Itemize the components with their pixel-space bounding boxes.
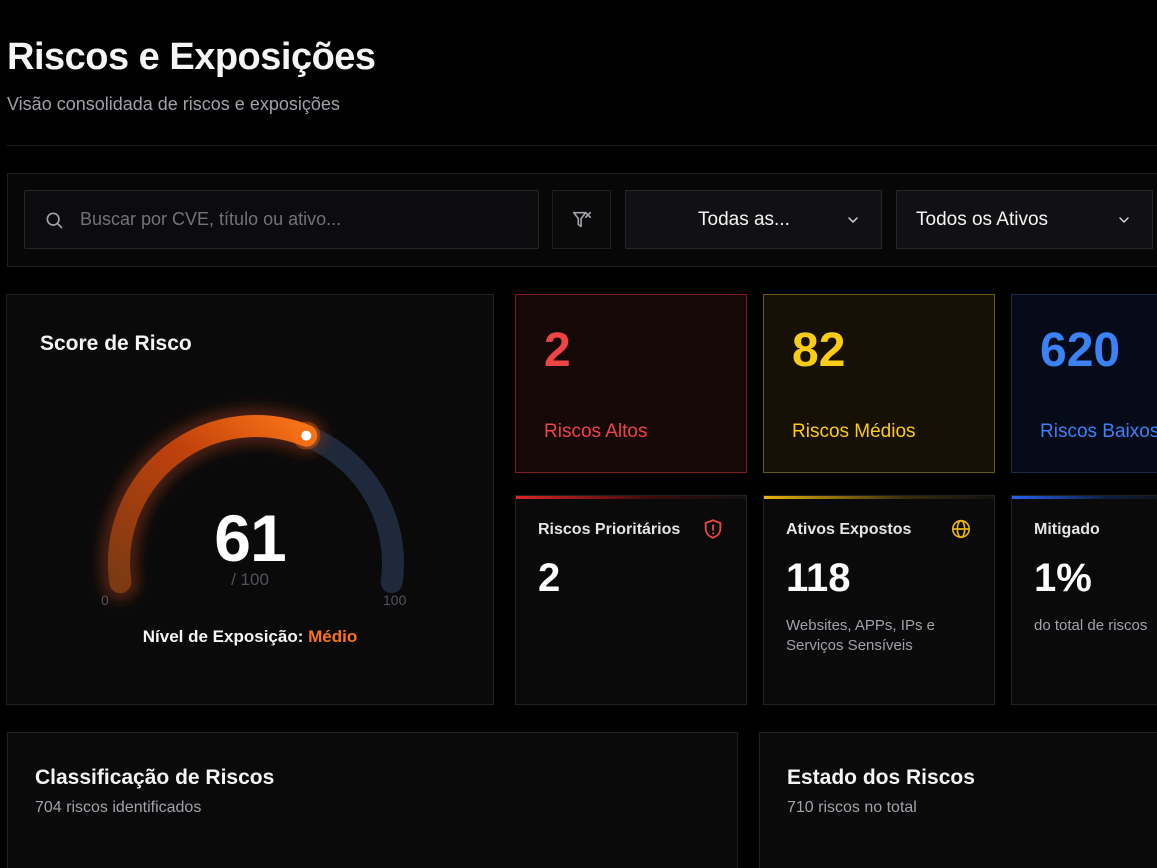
globe-icon [951,519,971,539]
medium-risks-label: Riscos Médios [792,421,916,442]
exposure-label: Nível de Exposição: [142,627,304,646]
filter-x-icon [572,211,591,227]
risk-score-card: Score de Risco 61 / 100 0 100 Nível de E… [6,294,494,705]
exposed-assets-card: Ativos Expostos 118 Websites, APPs, IPs … [763,495,995,705]
exposure-level: Nível de Exposição: Médio [7,627,493,647]
card-accent-line [764,496,994,499]
risk-state-subtitle: 710 riscos no total [787,799,917,816]
priority-risks-value: 2 [538,556,561,600]
exposure-level-value: Médio [308,627,358,646]
card-accent-line [1012,496,1157,499]
risk-state-card: Estado dos Riscos 710 riscos no total [759,732,1157,868]
chevron-down-icon [848,217,858,223]
high-risks-count: 2 [544,324,571,377]
asset-select[interactable]: Todos os Ativos [896,190,1153,249]
asset-select-value: Todos os Ativos [916,209,1049,230]
gauge-max-label: 100 [383,592,407,608]
search-icon [46,212,63,229]
high-risks-label: Riscos Altos [544,421,648,442]
category-select-value: Todas as... [698,209,790,230]
shield-alert-icon [704,519,722,539]
low-risks-label: Riscos Baixos [1040,421,1157,442]
priority-risks-card: Riscos Prioritários 2 [515,495,747,705]
gauge-knob [301,430,312,441]
medium-risks-card[interactable]: 82 Riscos Médios [763,294,995,473]
page-subtitle: Visão consolidada de riscos e exposições [7,94,340,114]
clear-filters-button[interactable] [552,190,611,249]
low-risks-card[interactable]: 620 Riscos Baixos [1011,294,1157,473]
risk-state-title: Estado dos Riscos [787,766,975,789]
gauge-min-label: 0 [101,592,109,608]
mitigated-title: Mitigado [1034,521,1100,538]
search-box[interactable] [24,190,539,249]
header-divider [7,145,1157,146]
exposed-assets-description: Websites, APPs, IPs e Serviços Sensíveis [786,617,935,654]
chevron-down-icon [1119,217,1129,223]
filter-bar: Todas as... Todos os Ativos [7,173,1157,267]
mitigated-value: 1% [1034,556,1092,600]
risk-score-value: 61 [214,501,286,575]
page-title: Riscos e Exposições [7,36,376,78]
medium-risks-count: 82 [792,324,846,377]
card-accent-line [516,496,746,499]
exposed-assets-title: Ativos Expostos [786,521,912,538]
high-risks-card[interactable]: 2 Riscos Altos [515,294,747,473]
mitigated-card: Mitigado 1% do total de riscos [1011,495,1157,705]
risk-classification-card: Classificação de Riscos 704 riscos ident… [7,732,738,868]
risk-classification-title: Classificação de Riscos [35,766,275,789]
risk-score-max: / 100 [231,570,269,589]
search-input[interactable] [80,191,520,248]
category-select[interactable]: Todas as... [625,190,882,249]
priority-risks-title: Riscos Prioritários [538,521,681,538]
risk-classification-subtitle: 704 riscos identificados [35,799,202,816]
mitigated-description: do total de riscos [1034,617,1148,634]
exposed-assets-value: 118 [786,556,851,600]
low-risks-count: 620 [1040,324,1121,377]
